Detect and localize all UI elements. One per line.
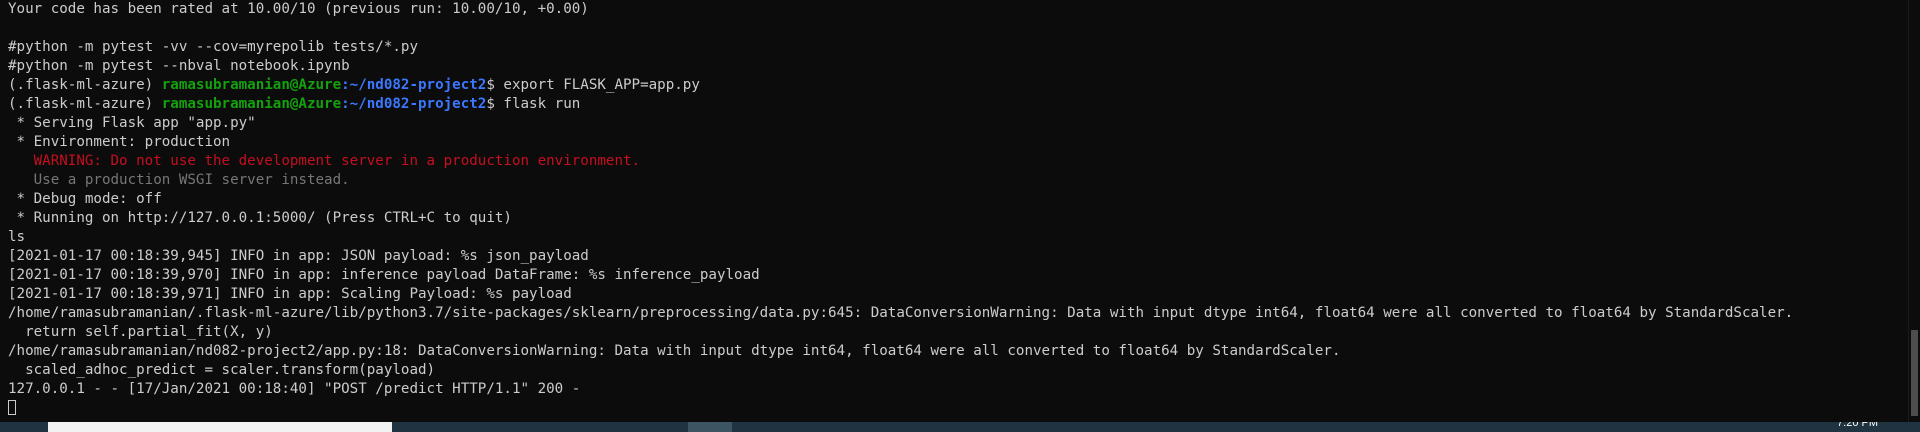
terminal-prompt-line: (.flask-ml-azure) ramasubramanian@Azure:… xyxy=(8,95,1908,114)
terminal-line: ls xyxy=(8,229,26,245)
terminal-line: WARNING: Do not use the development serv… xyxy=(8,152,1908,171)
terminal-line: /home/ramasubramanian/nd082-project2/app… xyxy=(8,343,1341,359)
terminal-line: #python -m pytest --nbval notebook.ipynb xyxy=(8,58,350,74)
terminal-output: Your code has been rated at 10.00/10 (pr… xyxy=(8,0,1908,399)
terminal-line: Your code has been rated at 10.00/10 (pr… xyxy=(8,1,589,17)
taskbar: 7:20 PM xyxy=(0,422,1920,432)
terminal-line: * Debug mode: off xyxy=(8,191,162,207)
terminal-prompt-line: (.flask-ml-azure) ramasubramanian@Azure:… xyxy=(8,76,1908,95)
terminal-line: * Environment: production xyxy=(8,134,231,150)
taskbar-search-box[interactable] xyxy=(48,422,392,432)
terminal-line: /home/ramasubramanian/.flask-ml-azure/li… xyxy=(8,305,1794,321)
taskbar-clock[interactable]: 7:20 PM xyxy=(1837,422,1878,430)
taskbar-active-app-icon[interactable] xyxy=(688,422,732,432)
prompt-user: ramasubramanian@Azure xyxy=(161,77,342,93)
terminal-scrollbar[interactable] xyxy=(1908,0,1920,422)
terminal-line: scaled_adhoc_predict = scaler.transform(… xyxy=(8,362,436,378)
terminal-line: [2021-01-17 00:18:39,970] INFO in app: i… xyxy=(8,267,760,283)
prompt-env: (.flask-ml-azure) xyxy=(8,77,162,93)
prompt-user: ramasubramanian@Azure xyxy=(161,96,342,112)
dim-text: Use a production WSGI server instead. xyxy=(8,172,350,188)
terminal-line: * Serving Flask app "app.py" xyxy=(8,115,256,131)
terminal-line: [2021-01-17 00:18:39,971] INFO in app: S… xyxy=(8,286,572,302)
terminal-line: * Running on http://127.0.0.1:5000/ (Pre… xyxy=(8,210,512,226)
scrollbar-thumb[interactable] xyxy=(1911,330,1918,416)
terminal-input-line[interactable] xyxy=(8,399,1908,418)
terminal-line: 127.0.0.1 - - [17/Jan/2021 00:18:40] "PO… xyxy=(8,381,581,397)
terminal-line: [2021-01-17 00:18:39,945] INFO in app: J… xyxy=(8,248,589,264)
terminal-line: #python -m pytest -vv --cov=myrepolib te… xyxy=(8,39,418,55)
terminal-window[interactable]: Your code has been rated at 10.00/10 (pr… xyxy=(0,0,1908,422)
warning-text: WARNING: Do not use the development serv… xyxy=(8,153,641,169)
terminal-line: return self.partial_fit(X, y) xyxy=(8,324,273,340)
prompt-command: $ export FLASK_APP=app.py xyxy=(486,77,700,93)
prompt-command: $ flask run xyxy=(486,96,581,112)
text-cursor xyxy=(8,400,16,415)
terminal-line: Use a production WSGI server instead. xyxy=(8,171,1908,190)
prompt-env: (.flask-ml-azure) xyxy=(8,96,162,112)
prompt-path: :~/nd082-project2 xyxy=(341,96,487,112)
prompt-path: :~/nd082-project2 xyxy=(341,77,487,93)
